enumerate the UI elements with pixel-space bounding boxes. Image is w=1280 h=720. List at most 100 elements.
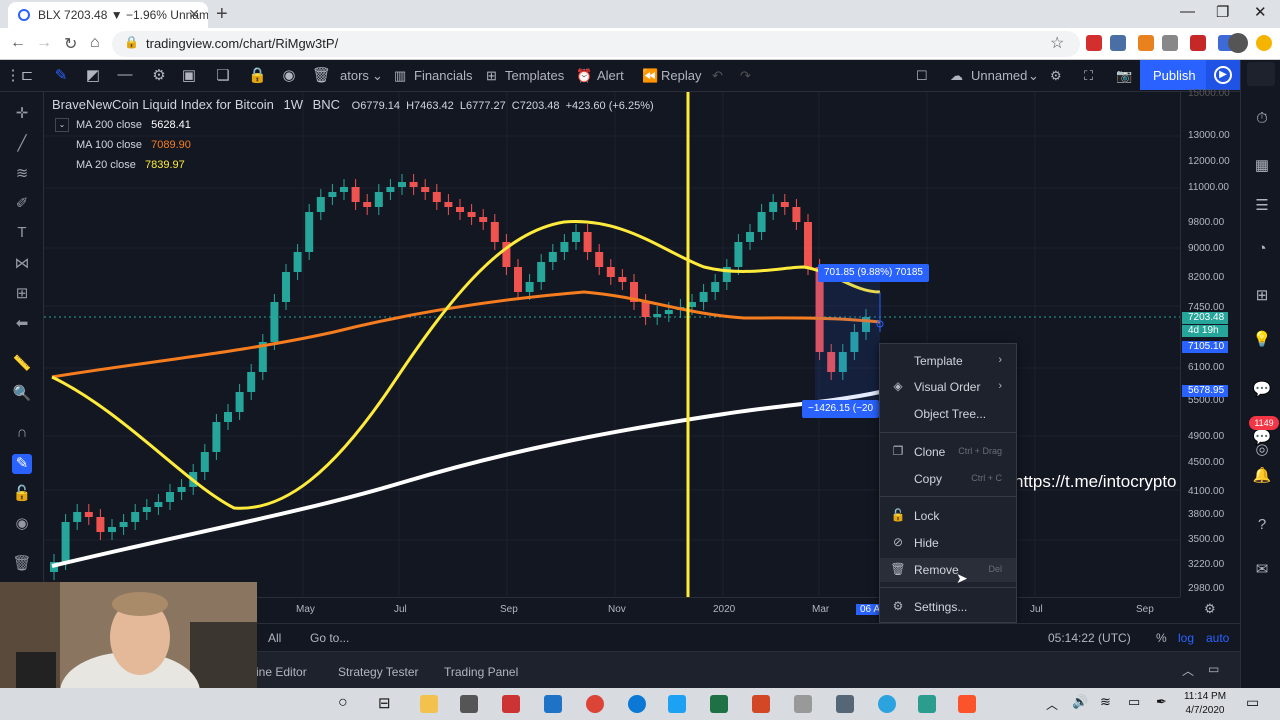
clock-utc[interactable]: 05:14:22 (UTC) [1048, 631, 1131, 645]
layout-icon[interactable]: ☐ [916, 68, 928, 84]
pen-icon[interactable]: ✎ [52, 66, 70, 84]
stay-in-drawing-mode-icon[interactable]: ✎ [12, 454, 32, 474]
battery-icon[interactable]: ▭ [1128, 694, 1140, 710]
hotlists-icon[interactable]: ⊞ [1252, 286, 1272, 306]
new-tab-button[interactable]: + [216, 3, 228, 26]
ma-20-legend[interactable]: MA 20 close 7839.97 [76, 159, 185, 171]
home-icon[interactable]: ⌂ [90, 34, 100, 52]
ideas-icon[interactable]: 💡 [1252, 330, 1272, 350]
eye-icon[interactable]: ◉ [280, 66, 298, 84]
remove-drawings-icon[interactable]: 🗑 [12, 554, 32, 574]
twitter-icon[interactable] [668, 695, 686, 713]
gift-icon[interactable] [502, 695, 520, 713]
measure-area[interactable] [815, 272, 880, 409]
tab-pine-editor[interactable]: ine Editor [256, 665, 307, 679]
browser-tab[interactable]: BLX 7203.48 ▼ −1.96% Unnamed ✕ [8, 2, 208, 28]
menu-item-copy[interactable]: Copy Ctrl + C [880, 467, 1016, 491]
ma-100-legend[interactable]: MA 100 close 7089.90 [76, 139, 191, 151]
pattern-icon[interactable]: ⋈ [12, 254, 32, 274]
minimize-icon[interactable]: — [1180, 3, 1195, 20]
wifi-icon[interactable]: ≋ [1100, 694, 1111, 710]
menu-item-remove[interactable]: 🗑 Remove Del [880, 558, 1016, 582]
line-style-icon[interactable]: — [116, 66, 134, 84]
maximize-icon[interactable]: ❐ [1216, 3, 1229, 21]
metamask-icon[interactable] [1138, 35, 1154, 51]
brave-icon[interactable] [958, 695, 976, 713]
update-icon[interactable] [1256, 35, 1272, 51]
alerts-bell-icon[interactable]: 🔔 [1252, 466, 1272, 486]
collapse-panel-icon[interactable]: ︿ [1182, 662, 1194, 679]
extension-icon-2[interactable] [1110, 35, 1126, 51]
arrow-back-icon[interactable]: ⬅ [12, 314, 32, 334]
auto-toggle[interactable]: auto [1206, 631, 1229, 645]
menu-item-object-tree[interactable]: Object Tree... [880, 402, 1016, 426]
profile-avatar[interactable] [1228, 33, 1248, 53]
lock-drawings-icon[interactable]: 🔓 [12, 484, 32, 504]
clone-icon[interactable]: ❏ [214, 66, 232, 84]
volume-icon[interactable]: 🔊 [1072, 694, 1088, 710]
range-all-button[interactable]: All [268, 631, 281, 645]
chat-icon[interactable]: 💬 [1252, 380, 1272, 400]
menu-item-clone[interactable]: ❐ Clone Ctrl + Drag [880, 440, 1016, 464]
watchlist-icon[interactable]: ⏱ [1252, 110, 1272, 130]
menu-item-settings[interactable]: ⚙ Settings... [880, 595, 1016, 619]
paint-bucket-icon[interactable]: ◩ [84, 66, 102, 84]
extension-icon-5[interactable] [1190, 35, 1206, 51]
snip-icon[interactable] [836, 695, 854, 713]
menu-item-hide[interactable]: ⊘ Hide [880, 531, 1016, 555]
symbol-title[interactable]: BraveNewCoin Liquid Index for Bitcoin [52, 97, 274, 112]
zoom-icon[interactable]: 🔍 [12, 384, 32, 404]
layout-name[interactable]: Unnamed [971, 68, 1027, 83]
messages-icon[interactable]: ✉ [1252, 560, 1272, 580]
tray-chevron-icon[interactable]: ︿ [1046, 696, 1058, 713]
redo-icon[interactable]: ↷ [740, 68, 751, 84]
menu-item-lock[interactable]: 🔓 Lock [880, 504, 1016, 528]
template-icon[interactable]: ▣ [180, 66, 198, 84]
notification-center-icon[interactable]: ▭ [1246, 694, 1259, 711]
indicators-dropdown-icon[interactable]: ⌄ [372, 68, 383, 84]
tab-strategy-tester[interactable]: Strategy Tester [338, 665, 418, 679]
fullscreen-icon[interactable]: ⛶ [1084, 68, 1093, 84]
goto-button[interactable]: Go to... [310, 631, 349, 645]
log-toggle[interactable]: log [1178, 631, 1194, 645]
search-icon[interactable]: ○ [338, 694, 348, 712]
screener-icon[interactable]: ☰ [1252, 196, 1272, 216]
tab-close-icon[interactable]: ✕ [188, 6, 200, 23]
data-window-icon[interactable]: ◔ [1252, 240, 1272, 260]
legend-collapse-icon[interactable]: ⌄ [55, 118, 69, 132]
calendar-icon[interactable]: ▦ [1252, 156, 1272, 176]
prediction-icon[interactable]: ⊞ [12, 284, 32, 304]
file-explorer-icon[interactable] [420, 695, 438, 713]
mail-icon[interactable] [544, 695, 562, 713]
taskbar-clock[interactable]: 11:14 PM 4/7/2020 [1180, 690, 1230, 718]
forward-icon[interactable]: → [36, 34, 52, 52]
back-icon[interactable]: ← [10, 34, 26, 52]
telegram-icon[interactable] [878, 695, 896, 713]
hide-drawings-icon[interactable]: ◉ [12, 514, 32, 534]
trend-line-icon[interactable]: ╱ [12, 134, 32, 154]
camera-icon[interactable]: 📷 [1116, 68, 1132, 84]
menu-item-template[interactable]: Template › [880, 349, 1016, 373]
app-icon[interactable] [794, 695, 812, 713]
address-bar[interactable]: 🔒 tradingview.com/chart/RiMgw3tP/ [112, 31, 1080, 57]
tab-trading-panel[interactable]: Trading Panel [444, 665, 518, 679]
store-icon[interactable] [460, 695, 478, 713]
crosshair-icon[interactable]: ✛ [12, 104, 32, 124]
alert-button[interactable]: Alert [597, 68, 624, 83]
tradingview-app-icon[interactable] [918, 695, 936, 713]
publish-button[interactable]: Publish [1140, 60, 1206, 90]
menu-item-visual-order[interactable]: ◈ Visual Order › [880, 375, 1016, 399]
reload-icon[interactable]: ↻ [64, 34, 77, 54]
text-icon[interactable]: T [12, 224, 32, 244]
magnet-icon[interactable]: ∩ [12, 424, 32, 444]
ruler-icon[interactable]: 📏 [12, 354, 32, 374]
maximize-panel-icon[interactable]: ▭ [1208, 662, 1219, 676]
extension-icon-4[interactable] [1162, 35, 1178, 51]
excel-icon[interactable] [710, 695, 728, 713]
layout-dropdown-icon[interactable]: ⌄ [1028, 68, 1039, 84]
help-icon[interactable]: ? [1252, 516, 1272, 536]
notifications-icon[interactable]: ◎ [1252, 440, 1272, 460]
lock-icon[interactable]: 🔒 [248, 66, 267, 84]
chart-settings-icon[interactable]: ⚙ [1050, 68, 1062, 84]
trash-icon[interactable]: 🗑 [312, 66, 331, 84]
